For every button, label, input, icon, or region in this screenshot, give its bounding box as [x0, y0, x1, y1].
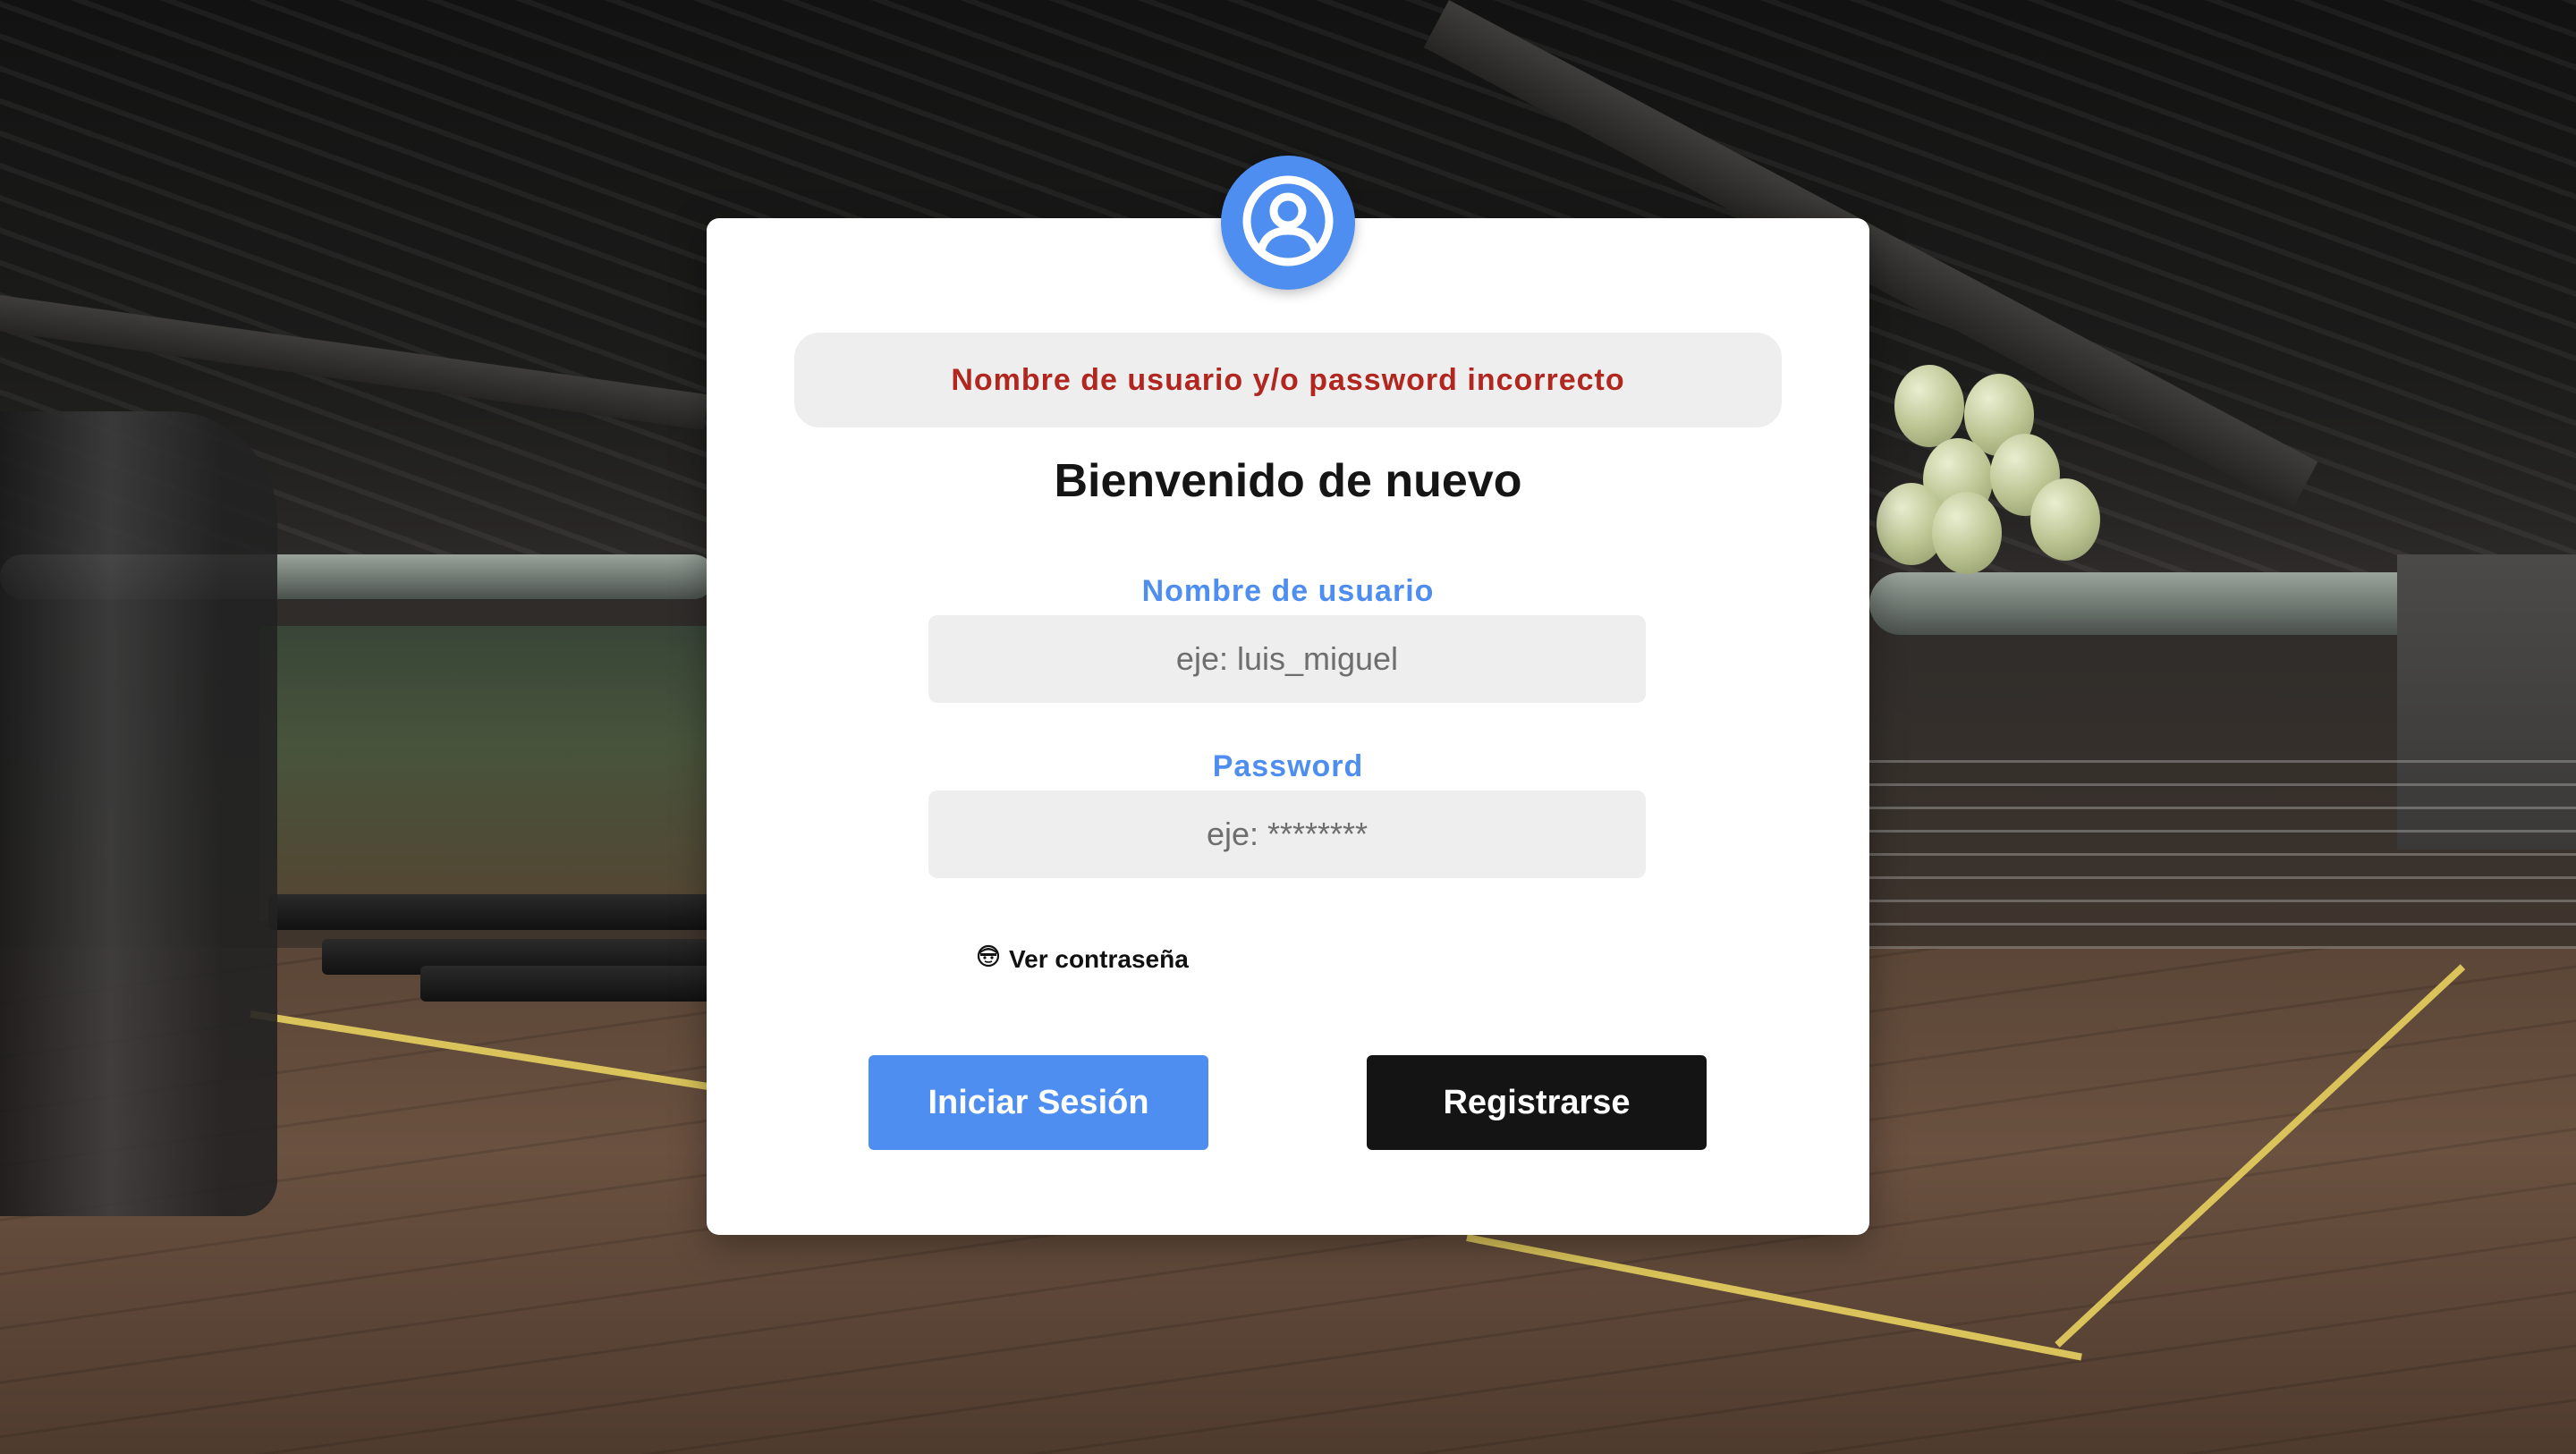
password-input[interactable] [928, 790, 1646, 878]
balloon [1932, 492, 2002, 574]
username-label: Nombre de usuario [1141, 574, 1435, 608]
login-card: Nombre de usuario y/o password incorrect… [707, 218, 1869, 1235]
eye-face-icon [977, 944, 1000, 974]
exercise-machine [0, 411, 277, 1216]
page-title: Bienvenido de nuevo [1054, 455, 1522, 507]
treadmill [420, 966, 716, 1002]
password-label: Password [1212, 749, 1364, 783]
balloon [2030, 478, 2100, 561]
show-password-label: Ver contraseña [1009, 944, 1189, 973]
show-password-toggle[interactable]: Ver contraseña [977, 944, 1189, 974]
treadmill [268, 894, 716, 930]
error-message: Nombre de usuario y/o password incorrect… [794, 333, 1782, 427]
avatar [1221, 156, 1355, 290]
user-circle-icon [1239, 172, 1337, 275]
railing [1869, 760, 2576, 966]
register-button[interactable]: Registrarse [1367, 1055, 1707, 1150]
back-wall [259, 626, 724, 921]
login-button[interactable]: Iniciar Sesión [869, 1055, 1208, 1150]
balloon [1894, 365, 1964, 447]
username-input[interactable] [928, 615, 1646, 703]
